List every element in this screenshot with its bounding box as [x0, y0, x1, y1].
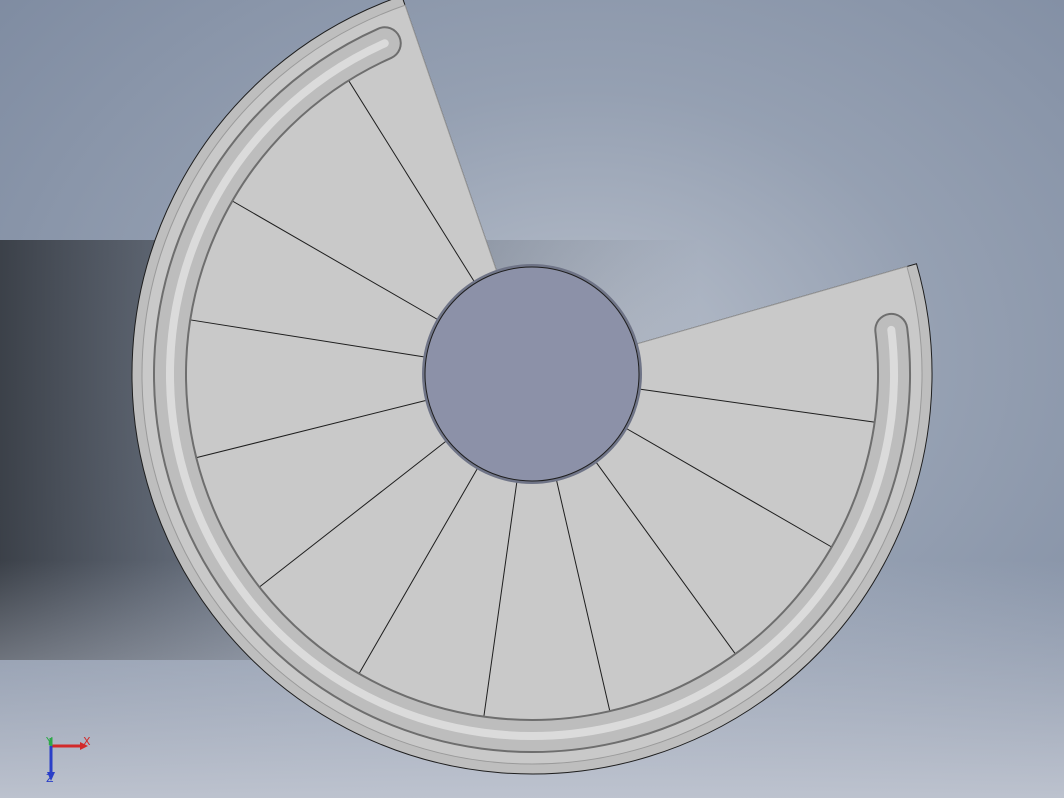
model-canvas[interactable]: X Y Z	[0, 0, 1064, 798]
core-column	[424, 266, 640, 482]
cad-graphics-viewport[interactable]: X Y Z	[0, 0, 1064, 798]
triad-y-label: Y	[45, 735, 53, 748]
triad-z-label: Z	[46, 772, 54, 785]
triad-x-label: X	[83, 735, 91, 748]
